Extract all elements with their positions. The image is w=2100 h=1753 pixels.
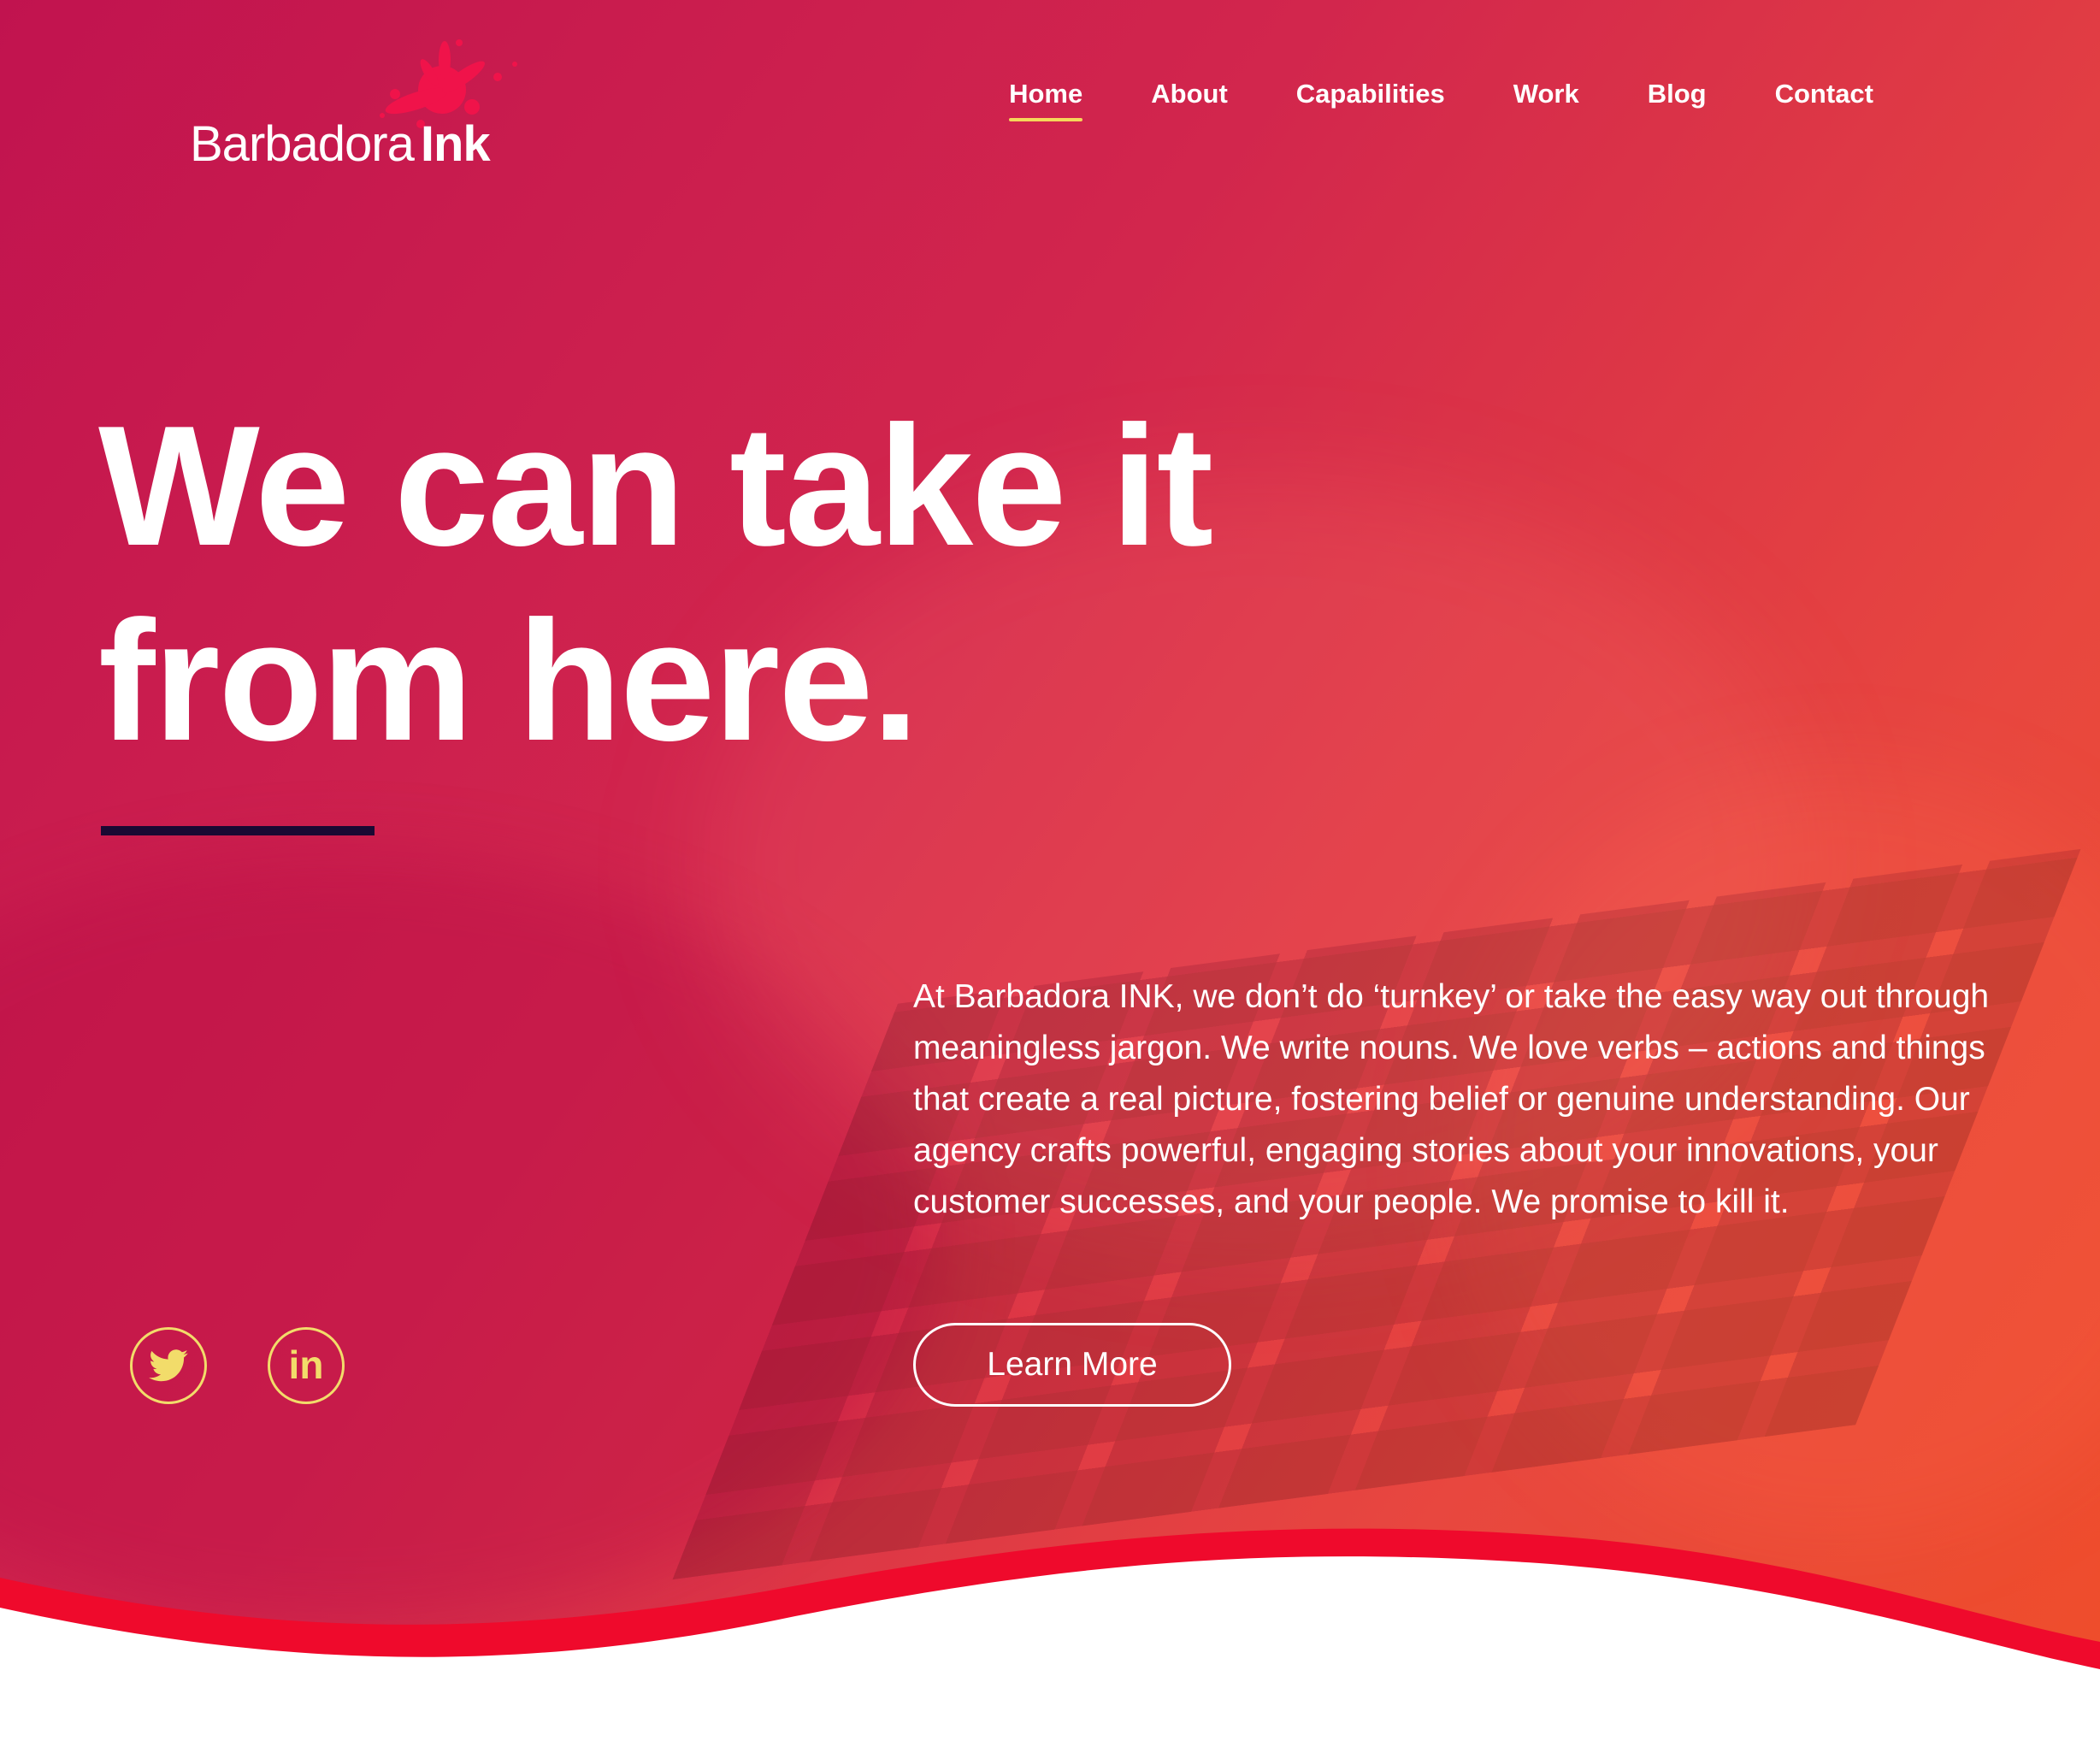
hero-section: Barbadora Ink Home About Capabilities Wor… (0, 0, 2100, 1753)
hero-headline-line-1: We can take it (98, 391, 1213, 581)
brand-name-light: Barbadora (190, 116, 415, 172)
nav-item-about[interactable]: About (1151, 79, 1228, 121)
nav-item-home[interactable]: Home (1009, 79, 1083, 121)
bottom-wave (0, 1528, 2100, 1753)
brand-logo[interactable]: Barbadora Ink (190, 26, 532, 180)
nav-item-capabilities[interactable]: Capabilities (1296, 79, 1445, 121)
nav-item-contact[interactable]: Contact (1775, 79, 1873, 121)
headline-divider (101, 826, 375, 835)
hero-headline: We can take it from here. (98, 389, 1381, 779)
linkedin-icon: in (288, 1343, 324, 1387)
learn-more-button[interactable]: Learn More (913, 1323, 1231, 1407)
linkedin-link[interactable]: in (268, 1327, 345, 1404)
brand-wordmark: Barbadora Ink (190, 115, 491, 173)
brand-name-bold: Ink (420, 116, 491, 172)
hero-headline-line-2: from here. (98, 586, 919, 776)
twitter-icon (149, 1349, 188, 1382)
hero-description: At Barbadora INK, we don’t do ‘turnkey’ … (913, 978, 1990, 1220)
nav-item-blog[interactable]: Blog (1648, 79, 1707, 121)
twitter-link[interactable] (130, 1327, 207, 1404)
nav-item-work[interactable]: Work (1513, 79, 1579, 121)
main-navigation: Home About Capabilities Work Blog Contac… (941, 79, 1873, 121)
